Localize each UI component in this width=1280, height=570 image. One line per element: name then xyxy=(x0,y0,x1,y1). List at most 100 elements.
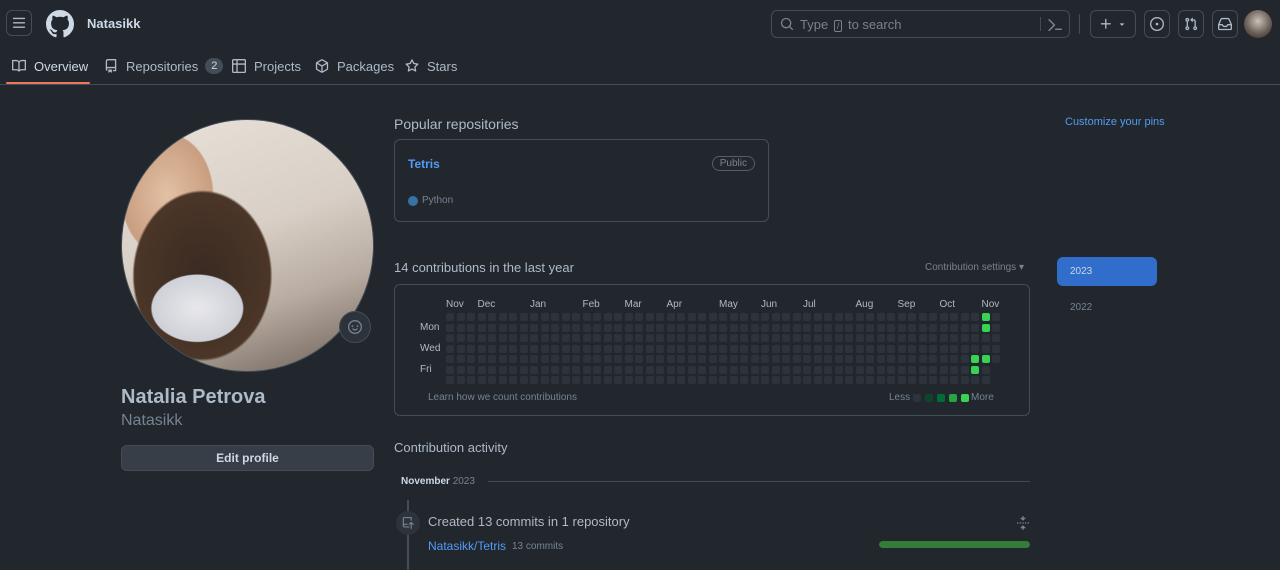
edit-profile-button[interactable]: Edit profile xyxy=(121,445,374,471)
contribution-day-cell[interactable] xyxy=(677,323,685,332)
contribution-day-cell[interactable] xyxy=(656,313,664,321)
contribution-day-cell[interactable] xyxy=(761,323,769,332)
contribution-day-cell[interactable] xyxy=(519,313,528,321)
contribution-day-cell[interactable] xyxy=(687,365,696,374)
menu-button[interactable] xyxy=(6,10,32,36)
contribution-day-cell[interactable] xyxy=(614,376,622,384)
contribution-day-cell[interactable] xyxy=(981,365,990,374)
contribution-day-cell[interactable] xyxy=(761,376,769,384)
contribution-day-cell[interactable] xyxy=(561,323,570,332)
contribution-day-cell[interactable] xyxy=(750,376,759,384)
contribution-day-cell[interactable] xyxy=(645,365,654,374)
year-2022-button[interactable]: 2022 xyxy=(1057,293,1157,322)
contribution-day-cell[interactable] xyxy=(719,355,727,363)
year-2023-button[interactable]: 2023 xyxy=(1057,257,1157,286)
contribution-day-cell[interactable] xyxy=(834,323,843,332)
contribution-day-cell[interactable] xyxy=(740,334,748,342)
contribution-day-cell[interactable] xyxy=(551,334,559,342)
contribution-day-cell[interactable] xyxy=(729,313,738,321)
contribution-day-cell[interactable] xyxy=(855,323,864,332)
contribution-day-cell[interactable] xyxy=(929,376,937,384)
contribution-day-cell[interactable] xyxy=(498,355,507,363)
contribution-day-cell[interactable] xyxy=(624,355,633,363)
contribution-day-cell[interactable] xyxy=(929,365,937,374)
contribution-day-cell[interactable] xyxy=(824,344,832,353)
contribution-day-cell[interactable] xyxy=(918,334,927,342)
contribution-day-cell[interactable] xyxy=(488,344,496,353)
contribution-day-cell[interactable] xyxy=(498,334,507,342)
contribution-day-cell[interactable] xyxy=(887,334,895,342)
tab-overview[interactable]: Overview xyxy=(12,48,88,84)
contribution-day-cell[interactable] xyxy=(498,365,507,374)
contribution-day-cell[interactable] xyxy=(635,365,643,374)
contribution-day-cell[interactable] xyxy=(635,313,643,321)
contribution-day-cell[interactable] xyxy=(950,313,958,321)
contribution-day-cell[interactable] xyxy=(876,323,885,332)
contribution-day-cell[interactable] xyxy=(624,376,633,384)
contribution-day-cell[interactable] xyxy=(771,365,780,374)
contribution-day-cell[interactable] xyxy=(519,344,528,353)
contribution-day-cell[interactable] xyxy=(540,344,549,353)
contribution-day-cell[interactable] xyxy=(813,376,822,384)
contribution-day-cell[interactable] xyxy=(960,355,969,363)
contribution-day-cell[interactable] xyxy=(561,334,570,342)
contribution-day-cell[interactable] xyxy=(824,376,832,384)
contribution-day-cell[interactable] xyxy=(729,355,738,363)
contribution-day-cell[interactable] xyxy=(740,323,748,332)
contribution-day-cell[interactable] xyxy=(624,365,633,374)
contribution-day-cell[interactable] xyxy=(593,334,601,342)
contribution-day-cell[interactable] xyxy=(929,334,937,342)
contribution-day-cell[interactable] xyxy=(456,334,465,342)
contribution-day-cell[interactable] xyxy=(593,376,601,384)
fold-icon[interactable] xyxy=(1016,516,1030,530)
contribution-day-cell[interactable] xyxy=(561,313,570,321)
contribution-day-cell[interactable] xyxy=(708,355,717,363)
contribution-day-cell[interactable] xyxy=(698,323,706,332)
contribution-day-cell[interactable] xyxy=(845,334,853,342)
contribution-day-cell[interactable] xyxy=(446,344,454,353)
contribution-day-cell[interactable] xyxy=(719,376,727,384)
contribution-day-cell[interactable] xyxy=(530,344,538,353)
contribution-day-cell[interactable] xyxy=(666,313,675,321)
contribution-day-cell[interactable] xyxy=(761,313,769,321)
contribution-day-cell[interactable] xyxy=(572,365,580,374)
contribution-day-cell[interactable] xyxy=(929,355,937,363)
contribution-day-cell[interactable] xyxy=(960,334,969,342)
contribution-day-cell[interactable] xyxy=(572,334,580,342)
contribution-day-cell[interactable] xyxy=(782,376,790,384)
contribution-day-cell[interactable] xyxy=(582,365,591,374)
contribution-day-cell[interactable] xyxy=(708,313,717,321)
tab-projects[interactable]: Projects xyxy=(232,48,301,84)
contribution-day-cell[interactable] xyxy=(635,323,643,332)
contribution-day-cell[interactable] xyxy=(918,376,927,384)
contribution-day-cell[interactable] xyxy=(876,376,885,384)
contribution-day-cell[interactable] xyxy=(971,313,979,321)
contribution-day-cell[interactable] xyxy=(456,323,465,332)
contribution-day-cell[interactable] xyxy=(593,313,601,321)
tab-packages[interactable]: Packages xyxy=(315,48,394,84)
contribution-day-cell[interactable] xyxy=(509,313,517,321)
contribution-day-cell[interactable] xyxy=(572,313,580,321)
contribution-day-cell[interactable] xyxy=(792,323,801,332)
contribution-day-cell[interactable] xyxy=(981,334,990,342)
contribution-day-cell[interactable] xyxy=(813,365,822,374)
contribution-day-cell[interactable] xyxy=(477,344,486,353)
contribution-day-cell[interactable] xyxy=(981,344,990,353)
contribution-day-cell[interactable] xyxy=(971,334,979,342)
contribution-day-cell[interactable] xyxy=(498,376,507,384)
contribution-day-cell[interactable] xyxy=(824,313,832,321)
contribution-day-cell[interactable] xyxy=(960,365,969,374)
contribution-day-cell[interactable] xyxy=(719,334,727,342)
contribution-day-cell[interactable] xyxy=(771,323,780,332)
contribution-day-cell[interactable] xyxy=(992,355,1000,363)
contribution-day-cell[interactable] xyxy=(698,355,706,363)
contribution-day-cell[interactable] xyxy=(656,334,664,342)
contribution-day-cell[interactable] xyxy=(477,323,486,332)
contribution-day-cell[interactable] xyxy=(813,323,822,332)
contribution-day-cell[interactable] xyxy=(876,334,885,342)
contribution-day-cell[interactable] xyxy=(929,323,937,332)
contribution-day-cell[interactable] xyxy=(866,313,874,321)
contribution-day-cell[interactable] xyxy=(740,355,748,363)
contribution-day-cell[interactable] xyxy=(981,313,990,321)
learn-contributions-link[interactable]: Learn how we count contributions xyxy=(428,392,577,403)
